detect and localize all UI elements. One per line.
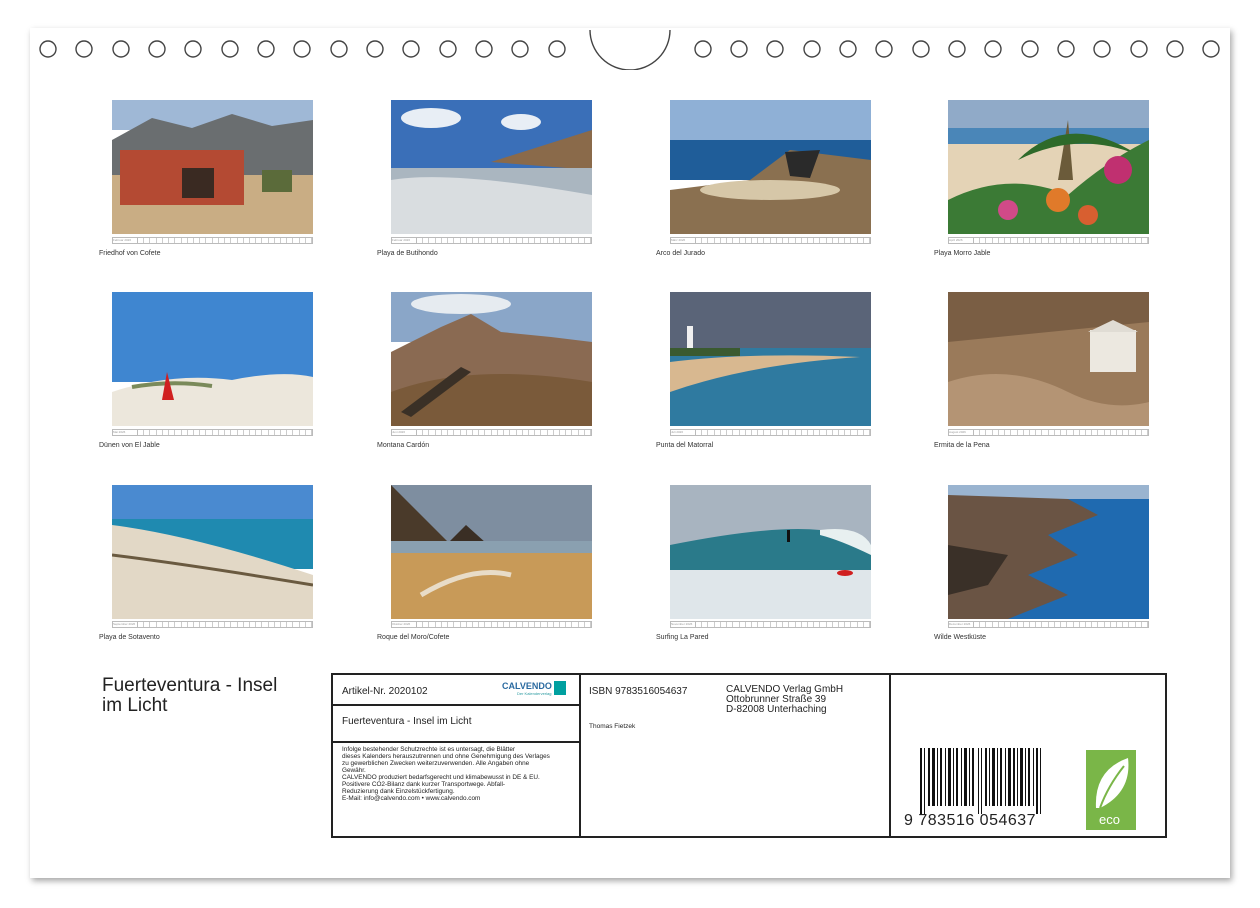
- strip-label: September 2026: [113, 622, 138, 627]
- eco-label: eco: [1099, 812, 1120, 827]
- calvendo-logo-icon: [554, 681, 566, 695]
- legal-line: Infolge bestehender Schutzrechte ist es …: [342, 746, 516, 753]
- legal-line: Reduzierung dank Einzelstückfertigung.: [342, 788, 455, 795]
- photo-caption: Punta del Matorral: [656, 442, 714, 449]
- strip-cell: [1142, 238, 1149, 243]
- strip-cell: [585, 238, 592, 243]
- photo-caption: Roque del Moro/Cofete: [377, 634, 450, 641]
- photo-caption: Arco del Jurado: [656, 250, 706, 257]
- photo-caption: Playa de Butihondo: [377, 250, 438, 257]
- strip-label: Oktober 2026: [392, 622, 417, 627]
- photo-playa-butihondo: [391, 100, 592, 234]
- photo-caption: Wilde Westküste: [934, 634, 986, 641]
- calvendo-logo-sub: Der Kalenderverlag: [517, 691, 552, 696]
- strip-label: Dezember 2026: [949, 622, 974, 627]
- strip-label: März 2026: [671, 238, 696, 243]
- publisher-line: D-82008 Unterhaching: [726, 704, 827, 715]
- imprint-title-row: Fuerteventura - Insel im Licht: [333, 706, 579, 743]
- photo-roque-moro: [391, 485, 592, 619]
- strip-cell: [306, 238, 313, 243]
- calvendo-logo: CALVENDO: [502, 681, 552, 691]
- photo-arco-jurado: [670, 100, 871, 234]
- date-strip: Juli 2026: [670, 429, 871, 436]
- photo-caption: Friedhof von Cofete: [99, 250, 161, 257]
- strip-cell: [864, 238, 871, 243]
- photo-playa-morro-jable: [948, 100, 1149, 234]
- strip-cell: [585, 430, 592, 435]
- author: Thomas Fietzek: [589, 723, 636, 730]
- strip-cell: [1142, 430, 1149, 435]
- date-strip: April 2026: [948, 237, 1149, 244]
- date-strip: November 2026: [670, 621, 871, 628]
- legal-line: dieses Kalenders herauszutrennen und ohn…: [342, 753, 550, 760]
- imprint-left-column: Artikel-Nr. 2020102 CALVENDO Der Kalende…: [333, 675, 581, 836]
- imprint-middle-column: ISBN 9783516054637 Thomas Fietzek CALVEN…: [581, 675, 891, 836]
- strip-cell: [306, 430, 313, 435]
- product-title: Fuerteventura - Insel im Licht: [342, 716, 472, 727]
- binding-holes: [39, 29, 1220, 70]
- date-strip: Februar 2026: [112, 237, 313, 244]
- publisher-address: CALVENDO Verlag GmbH Ottobrunner Straße …: [726, 685, 843, 715]
- date-strip: Oktober 2026: [391, 621, 592, 628]
- strip-label: November 2026: [671, 622, 696, 627]
- strip-label: Juli 2026: [671, 430, 696, 435]
- strip-cell: [864, 622, 871, 627]
- strip-cell: [1142, 622, 1149, 627]
- strip-label: Februar 2026: [113, 238, 138, 243]
- photo-punta-matorral: [670, 292, 871, 426]
- date-strip: Dezember 2026: [948, 621, 1149, 628]
- photo-surfing-la-pared: [670, 485, 871, 619]
- photo-caption: Playa Morro Jable: [934, 250, 991, 257]
- photo-montana-cardon: [391, 292, 592, 426]
- calendar-title: Fuerteventura - Insel im Licht: [102, 675, 278, 716]
- legal-line: Positivere CO2-Bilanz dank kurzer Transp…: [342, 781, 506, 788]
- imprint-article-row: Artikel-Nr. 2020102 CALVENDO Der Kalende…: [333, 675, 579, 706]
- eco-badge: eco: [1086, 750, 1136, 830]
- barcode-bars: [920, 748, 1041, 814]
- photo-caption: Surfing La Pared: [656, 634, 709, 641]
- legal-line: E-Mail: info@calvendo.com • www.calvendo…: [342, 795, 481, 802]
- date-strip: März 2026: [670, 237, 871, 244]
- photo-caption: Playa de Sotavento: [99, 634, 160, 641]
- photo-caption: Montana Cardón: [377, 442, 430, 449]
- strip-label: Mai 2026: [113, 430, 138, 435]
- article-number: Artikel-Nr. 2020102: [342, 686, 428, 697]
- date-strip: Mai 2026: [112, 429, 313, 436]
- photo-duenen-el-jable: [112, 292, 313, 426]
- date-strip: Juni 2026: [391, 429, 592, 436]
- legal-line: CALVENDO produziert bedarfsgerecht und k…: [342, 774, 540, 781]
- strip-label: April 2026: [949, 238, 974, 243]
- date-strip: August 2026: [948, 429, 1149, 436]
- isbn: ISBN 9783516054637: [589, 686, 688, 697]
- photo-ermita-pena: [948, 292, 1149, 426]
- strip-label: Februar 2026: [392, 238, 417, 243]
- date-strip: September 2026: [112, 621, 313, 628]
- photo-caption: Ermita de la Pena: [934, 442, 990, 449]
- legal-text: Infolge bestehender Schutzrechte ist es …: [342, 746, 578, 802]
- photo-playa-sotavento: [112, 485, 313, 619]
- barcode-number: 9 783516 054637: [904, 812, 1037, 829]
- photo-wilde-westkueste: [948, 485, 1149, 619]
- legal-line: zu gewerblichen Zwecken weiterzuverwende…: [342, 760, 530, 767]
- strip-cell: [306, 622, 313, 627]
- photo-caption: Dünen von El Jable: [99, 442, 160, 449]
- strip-cell: [864, 430, 871, 435]
- strip-label: August 2026: [949, 430, 974, 435]
- isbn-barcode: 9 783516 054637: [904, 748, 1050, 829]
- strip-cell: [585, 622, 592, 627]
- photo-friedhof-cofete: [112, 100, 313, 234]
- date-strip: Februar 2026: [391, 237, 592, 244]
- legal-line: Gewähr.: [342, 767, 366, 774]
- strip-label: Juni 2026: [392, 430, 417, 435]
